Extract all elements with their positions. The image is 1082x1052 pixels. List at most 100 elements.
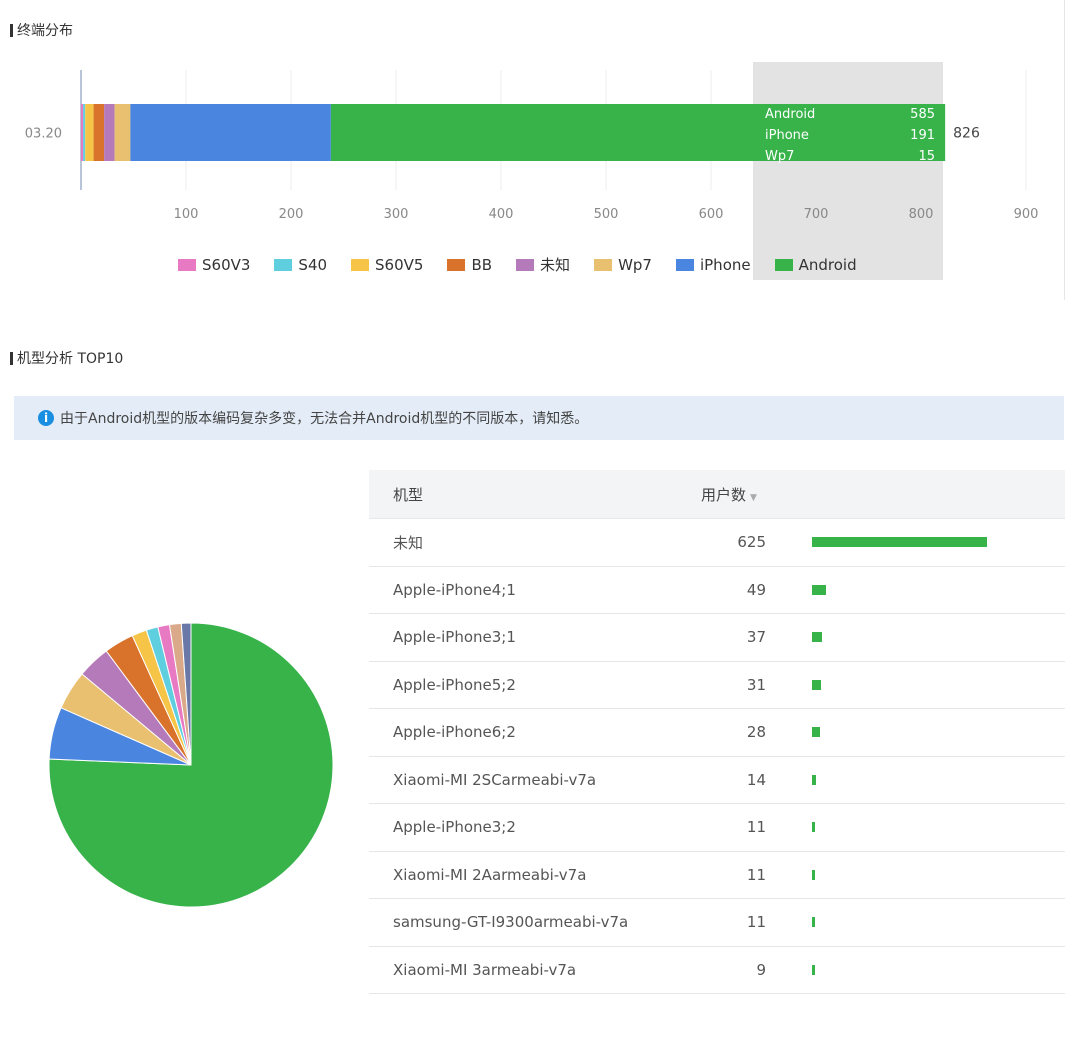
share-bar xyxy=(812,917,816,928)
legend-label: Wp7 xyxy=(618,255,652,274)
legend-label: S60V3 xyxy=(202,255,251,274)
x-tick-label: 100 xyxy=(174,207,199,222)
legend-swatch xyxy=(675,258,694,271)
model-analysis-title-text: 机型分析 TOP10 xyxy=(17,351,124,367)
legend-item-S60V5[interactable]: S60V5 xyxy=(351,254,423,275)
tooltip-value: 191 xyxy=(910,128,935,143)
share-bar xyxy=(812,632,823,643)
x-tick-label: 700 xyxy=(804,207,829,222)
title-marker xyxy=(10,351,13,365)
share-bar xyxy=(812,822,816,833)
share-bar xyxy=(812,727,820,738)
table-header: 机型 用户数 ▼ xyxy=(369,470,1065,519)
x-tick-label: 900 xyxy=(1014,207,1039,222)
share-bar-cell xyxy=(766,679,1065,690)
bar-segment-Android[interactable] xyxy=(330,104,946,161)
table-row: Apple-iPhone3;2 11 xyxy=(369,804,1065,852)
share-bar xyxy=(812,537,987,548)
model-cell: Apple-iPhone6;2 xyxy=(393,723,516,742)
users-cell: 625 xyxy=(737,533,766,552)
share-bar-cell xyxy=(766,774,1065,785)
model-cell: 未知 xyxy=(393,533,424,552)
info-icon: i xyxy=(38,410,54,426)
legend-item-未知[interactable]: 未知 xyxy=(516,254,570,275)
legend-item-Wp7[interactable]: Wp7 xyxy=(594,254,652,275)
share-bar xyxy=(812,679,821,690)
model-pie-chart-container xyxy=(46,620,336,910)
table-row: Apple-iPhone5;2 31 xyxy=(369,662,1065,709)
legend-label: S60V5 xyxy=(375,255,424,274)
legend-item-S40[interactable]: S40 xyxy=(274,254,327,275)
model-table: 机型 用户数 ▼ 未知 625 Apple-iPhone4;1 49 Apple-iPho… xyxy=(369,470,1065,994)
share-bar-cell xyxy=(766,632,1065,643)
tooltip-label: iPhone xyxy=(765,128,809,143)
bar-segment-未知[interactable] xyxy=(104,104,115,161)
terminal-stacked-bar-chart: 03.20 826 100 200 300 400 500 600 700 800 900 Andro… xyxy=(25,62,1039,280)
share-bar xyxy=(812,584,826,595)
legend-swatch xyxy=(594,258,613,271)
legend-item-S60V3[interactable]: S60V3 xyxy=(178,254,250,275)
share-bar xyxy=(812,774,816,785)
legend-label: Android xyxy=(798,255,857,274)
info-notice-text: 由于Android机型的版本编码复杂多变，无法合并Android机型的不同版本，… xyxy=(60,411,589,427)
category-label: 03.20 xyxy=(25,127,62,142)
bar-segment-iPhone[interactable] xyxy=(130,104,331,161)
model-cell: Apple-iPhone5;2 xyxy=(393,675,516,694)
x-tick-label: 400 xyxy=(489,207,514,222)
users-cell: 31 xyxy=(746,675,766,694)
chart-legend: S60V3 S40 S60V5 BB 未知 Wp7 iPhone Android xyxy=(178,254,881,275)
table-body: 未知 625 Apple-iPhone4;1 49 Apple-iPhone3;1 37 A… xyxy=(369,519,1065,994)
table-row: samsung-GT-I9300armeabi-v7a 11 xyxy=(369,899,1065,947)
legend-item-Android[interactable]: Android xyxy=(774,254,857,275)
share-bar-cell xyxy=(766,869,1065,880)
model-cell: Xiaomi-MI 2SCarmeabi-v7a xyxy=(393,770,597,789)
users-cell: 11 xyxy=(746,865,766,884)
model-cell: Xiaomi-MI 3armeabi-v7a xyxy=(393,960,577,979)
legend-item-iPhone[interactable]: iPhone xyxy=(675,254,751,275)
bar-segment-S60V3[interactable] xyxy=(81,104,84,161)
table-row: Apple-iPhone6;2 28 xyxy=(369,709,1065,757)
users-cell: 11 xyxy=(746,818,766,837)
share-bar-cell xyxy=(766,917,1065,928)
legend-label: 未知 xyxy=(540,256,571,274)
x-tick-label: 800 xyxy=(909,207,934,222)
x-tick-label: 300 xyxy=(384,207,409,222)
bar-total-label: 826 xyxy=(953,126,980,142)
model-cell: Apple-iPhone3;1 xyxy=(393,628,516,647)
header-users-label: 用户数 xyxy=(701,485,747,504)
table-row: 未知 625 xyxy=(369,519,1065,567)
sort-icon[interactable]: ▼ xyxy=(750,493,757,503)
model-pie-chart xyxy=(48,622,334,908)
share-bar xyxy=(812,869,816,880)
share-bar-cell xyxy=(766,537,1065,548)
tooltip-value: 585 xyxy=(910,107,935,122)
x-tick-label: 600 xyxy=(699,207,724,222)
share-bar xyxy=(812,964,815,975)
bar-segment-S40[interactable] xyxy=(83,104,86,161)
tooltip-label: Wp7 xyxy=(765,149,794,164)
legend-swatch xyxy=(274,258,293,271)
header-users[interactable]: 用户数 ▼ xyxy=(669,484,829,505)
x-tick-label: 200 xyxy=(279,207,304,222)
tooltip-value: 15 xyxy=(918,149,935,164)
legend-label: S40 xyxy=(298,255,328,274)
bar-segment-BB[interactable] xyxy=(93,104,105,161)
legend-item-BB[interactable]: BB xyxy=(447,254,492,275)
legend-swatch xyxy=(774,258,793,271)
users-cell: 11 xyxy=(746,913,766,932)
users-cell: 28 xyxy=(746,723,766,742)
table-row: Apple-iPhone4;1 49 xyxy=(369,567,1065,614)
tooltip-label: Android xyxy=(765,107,815,122)
terminal-distribution-title: 终端分布 xyxy=(10,20,73,40)
title-marker xyxy=(10,23,13,37)
share-bar-cell xyxy=(766,584,1065,595)
share-bar-cell xyxy=(766,964,1065,975)
legend-swatch xyxy=(351,258,370,271)
terminal-distribution-title-text: 终端分布 xyxy=(17,23,73,39)
table-row: Xiaomi-MI 3armeabi-v7a 9 xyxy=(369,947,1065,994)
bar-segment-S60V5[interactable] xyxy=(85,104,94,161)
users-cell: 37 xyxy=(746,628,766,647)
model-cell: samsung-GT-I9300armeabi-v7a xyxy=(393,913,629,932)
bar-segment-Wp7[interactable] xyxy=(114,104,131,161)
legend-label: BB xyxy=(471,255,493,274)
